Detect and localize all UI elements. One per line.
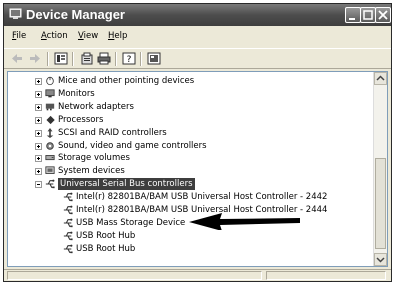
device-item[interactable]: USB Root Hub xyxy=(8,230,368,242)
toolbar-separator xyxy=(115,52,117,66)
chevron-up-icon xyxy=(376,75,385,81)
device-item[interactable]: USB Root Hub xyxy=(8,243,368,255)
toolbar-separator xyxy=(72,52,74,66)
menu-action[interactable]: Action xyxy=(41,31,68,41)
device-manager-icon xyxy=(9,8,22,19)
device-category-label: Monitors xyxy=(58,88,95,99)
minimize-icon xyxy=(349,18,355,20)
sound-icon xyxy=(46,141,54,150)
device-category[interactable]: System devices xyxy=(8,165,368,177)
device-category-label: Storage volumes xyxy=(58,153,130,164)
annotation-arrow xyxy=(189,213,300,230)
properties-icon[interactable] xyxy=(80,52,94,65)
processor-icon xyxy=(46,115,55,124)
device-category[interactable]: Storage volumes xyxy=(8,152,368,164)
menu-file[interactable]: File xyxy=(12,31,26,41)
toolbar-separator xyxy=(140,52,142,66)
device-category[interactable]: Mice and other pointing devices xyxy=(8,75,368,87)
device-category[interactable]: Sound, video and game controllers xyxy=(8,140,368,152)
expand-icon[interactable] xyxy=(35,168,42,176)
usb-icon xyxy=(63,244,73,253)
expand-icon[interactable] xyxy=(35,78,42,85)
device-item[interactable]: Intel(r) 82801BA/BAM USB Universal Host … xyxy=(8,191,368,203)
back-icon[interactable] xyxy=(10,52,24,65)
properties-view-icon[interactable] xyxy=(54,52,68,65)
expand-icon[interactable] xyxy=(35,116,42,124)
forward-icon[interactable] xyxy=(28,52,42,65)
device-category-label: Processors xyxy=(58,114,104,125)
chevron-down-icon xyxy=(376,257,385,263)
device-category[interactable]: Monitors xyxy=(8,88,368,100)
network-adapter-icon xyxy=(45,103,55,111)
maximize-icon xyxy=(363,10,373,20)
device-category-label: System devices xyxy=(58,166,125,177)
usb-icon xyxy=(45,179,55,189)
storage-volume-icon xyxy=(45,155,55,161)
scsi-controller-icon xyxy=(46,127,54,138)
expand-icon[interactable] xyxy=(35,129,42,137)
scan-hardware-icon[interactable] xyxy=(147,52,161,65)
device-manager-window: Device Manager File Action View Help ? M… xyxy=(3,3,392,282)
menu-mnemonic: A xyxy=(41,31,47,41)
menu-bar: File Action View Help xyxy=(4,29,391,44)
menu-view[interactable]: View xyxy=(78,31,98,41)
device-item-label: USB Root Hub xyxy=(76,230,136,241)
scroll-down-button[interactable] xyxy=(374,253,387,266)
device-item-label: USB Mass Storage Device xyxy=(76,217,186,228)
menu-mnemonic: F xyxy=(12,31,17,41)
minimize-button[interactable] xyxy=(345,7,361,23)
expand-icon[interactable] xyxy=(35,155,42,163)
device-category-label: Universal Serial Bus controllers xyxy=(58,178,195,191)
mouse-icon xyxy=(46,76,54,86)
device-category[interactable]: Network adapters xyxy=(8,101,368,113)
scroll-thumb[interactable] xyxy=(375,158,386,249)
status-bar xyxy=(4,269,391,281)
expand-icon[interactable] xyxy=(35,103,42,111)
usb-icon xyxy=(63,205,73,215)
menu-mnemonic: H xyxy=(108,31,115,41)
usb-icon xyxy=(63,218,73,228)
menu-mnemonic: V xyxy=(78,31,84,41)
device-tree[interactable]: Mice and other pointing devices Monitors N… xyxy=(7,71,388,267)
expand-icon[interactable] xyxy=(35,142,42,150)
system-device-icon xyxy=(45,166,55,175)
device-category[interactable]: Universal Serial Bus controllers xyxy=(8,178,368,191)
title-bar[interactable]: Device Manager xyxy=(4,4,391,26)
print-icon[interactable] xyxy=(97,52,111,65)
device-item-label: USB Root Hub xyxy=(76,243,136,254)
window-title: Device Manager xyxy=(26,7,125,22)
svg-text:?: ? xyxy=(127,55,132,65)
device-category-label: Sound, video and game controllers xyxy=(58,140,207,151)
usb-icon xyxy=(63,231,73,240)
device-category-label: Network adapters xyxy=(58,101,134,112)
close-button[interactable] xyxy=(375,7,391,23)
device-category-label: Mice and other pointing devices xyxy=(58,76,195,86)
menu-help[interactable]: Help xyxy=(108,31,127,41)
toolbar-separator xyxy=(47,52,49,66)
device-category[interactable]: Processors xyxy=(8,114,368,126)
device-category[interactable]: SCSI and RAID controllers xyxy=(8,127,368,139)
toolbar: ? xyxy=(4,48,391,69)
expand-icon[interactable] xyxy=(35,90,42,98)
device-category-label: SCSI and RAID controllers xyxy=(58,127,167,138)
maximize-button[interactable] xyxy=(360,7,376,23)
vertical-scrollbar[interactable] xyxy=(373,72,387,266)
usb-icon xyxy=(63,192,73,202)
scroll-up-button[interactable] xyxy=(374,72,387,85)
status-pane xyxy=(7,271,262,280)
monitor-icon xyxy=(45,89,55,98)
collapse-icon[interactable] xyxy=(35,181,42,189)
status-pane xyxy=(266,271,386,280)
help-icon[interactable]: ? xyxy=(122,52,136,65)
close-icon xyxy=(378,10,388,20)
device-item-label: Intel(r) 82801BA/BAM USB Universal Host … xyxy=(76,192,328,203)
